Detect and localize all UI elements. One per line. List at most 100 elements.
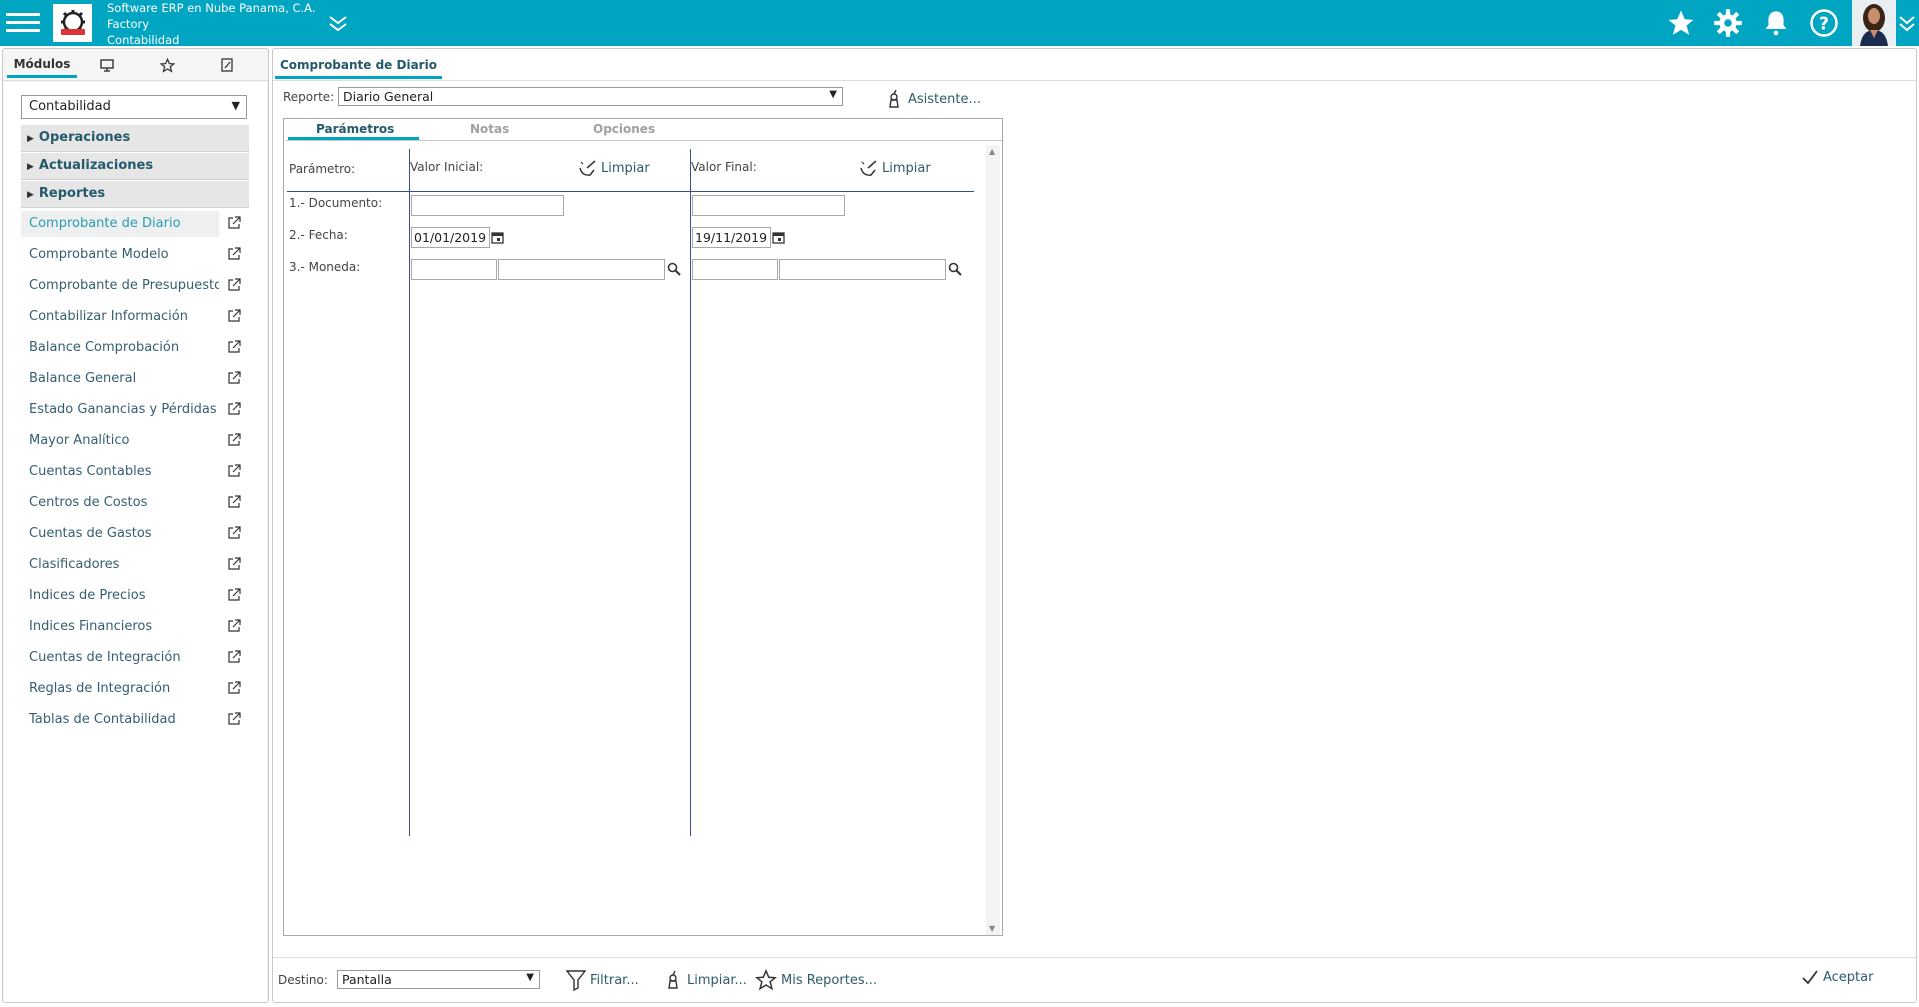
- external-link-icon[interactable]: [227, 278, 241, 292]
- external-link-icon[interactable]: [227, 371, 241, 385]
- nav-item[interactable]: Comprobante de Diario: [21, 211, 249, 237]
- tab-opciones[interactable]: Opciones: [593, 122, 655, 136]
- col-parametro: Parámetro:: [289, 162, 356, 176]
- documento-inicial-input[interactable]: [411, 195, 564, 216]
- nav-item[interactable]: Comprobante de Presupuesto: [21, 273, 249, 299]
- external-link-icon[interactable]: [227, 650, 241, 664]
- main-tab-divider: [273, 80, 1916, 81]
- external-link-icon[interactable]: [227, 433, 241, 447]
- notifications-bell-icon[interactable]: [1759, 6, 1793, 40]
- tab-notes[interactable]: [197, 52, 257, 78]
- nav-item[interactable]: Cuentas de Gastos: [21, 521, 249, 547]
- wizard-icon: [668, 970, 678, 989]
- nav-item[interactable]: Balance Comprobación: [21, 335, 249, 361]
- expand-chevron-icon[interactable]: [326, 12, 350, 34]
- documento-final-input[interactable]: [692, 195, 845, 216]
- nav-item-label: Cuentas de Integración: [29, 650, 181, 665]
- menu-icon[interactable]: [6, 8, 40, 38]
- tab-desktop[interactable]: [77, 52, 137, 78]
- moneda-final-desc-input[interactable]: [779, 259, 946, 280]
- calendar-icon[interactable]: [772, 231, 785, 244]
- help-icon[interactable]: ?: [1807, 6, 1841, 40]
- footer-divider: [273, 957, 1916, 958]
- mis-reportes-button[interactable]: Mis Reportes...: [755, 969, 877, 991]
- nav-item[interactable]: Reglas de Integración: [21, 676, 249, 702]
- nav-item[interactable]: Estado Ganancias y Pérdidas: [21, 397, 249, 423]
- nav-item-label: Balance Comprobación: [29, 340, 180, 355]
- nav-item-label: Centros de Costos: [29, 495, 148, 510]
- section-label: Actualizaciones: [38, 158, 154, 173]
- destino-select[interactable]: Pantalla ▼: [337, 970, 540, 989]
- moneda-inicial-desc-input[interactable]: [498, 259, 665, 280]
- tab-comprobante-diario[interactable]: Comprobante de Diario: [275, 53, 442, 79]
- section-operaciones[interactable]: ▶ Operaciones: [21, 125, 249, 152]
- reporte-select[interactable]: Diario General ▼: [338, 87, 843, 106]
- nav-item[interactable]: Indices de Precios: [21, 583, 249, 609]
- external-link-icon[interactable]: [227, 526, 241, 540]
- limpiar-footer-button[interactable]: Limpiar...: [663, 969, 747, 991]
- favorites-star-icon[interactable]: [1664, 6, 1698, 40]
- search-icon[interactable]: [948, 262, 962, 276]
- tab-parametros[interactable]: Parámetros: [316, 122, 394, 136]
- asistente-button[interactable]: Asistente...: [884, 89, 981, 109]
- external-link-icon[interactable]: [227, 712, 241, 726]
- nav-item[interactable]: Centros de Costos: [21, 490, 249, 516]
- nav-item[interactable]: Clasificadores: [21, 552, 249, 578]
- nav-item[interactable]: Mayor Analítico: [21, 428, 249, 454]
- nav-item[interactable]: Comprobante Modelo: [21, 242, 249, 268]
- tab-modulos[interactable]: Módulos: [7, 52, 77, 78]
- external-link-icon[interactable]: [227, 340, 241, 354]
- scroll-down-icon[interactable]: ▼: [989, 924, 995, 933]
- aceptar-button[interactable]: Aceptar: [1801, 969, 1873, 985]
- left-tabs-divider: [3, 80, 268, 81]
- user-avatar[interactable]: [1852, 0, 1896, 46]
- external-link-icon[interactable]: [227, 495, 241, 509]
- nav-item-label: Comprobante Modelo: [29, 247, 169, 262]
- nav-item-label: Tablas de Contabilidad: [29, 712, 176, 727]
- nav-item-label: Contabilizar Información: [29, 309, 188, 324]
- dropdown-caret-icon: ▼: [526, 972, 534, 983]
- moneda-final-code-input[interactable]: [692, 259, 778, 280]
- settings-gear-icon[interactable]: [1711, 6, 1745, 40]
- section-reportes[interactable]: ▶ Reportes: [21, 181, 249, 208]
- parameters-scrollbar[interactable]: ▲ ▼: [986, 145, 1000, 935]
- tab-notas[interactable]: Notas: [470, 122, 509, 136]
- col-valor-final: Valor Final:: [691, 160, 757, 174]
- user-menu-chevron-icon[interactable]: [1897, 12, 1917, 34]
- module-select[interactable]: Contabilidad ▼: [21, 95, 247, 119]
- search-icon[interactable]: [667, 262, 681, 276]
- nav-item-label: Comprobante de Diario: [29, 216, 181, 231]
- nav-item[interactable]: Tablas de Contabilidad: [21, 707, 249, 733]
- nav-item-label: Cuentas Contables: [29, 464, 152, 479]
- external-link-icon[interactable]: [227, 588, 241, 602]
- company-branch: Factory: [107, 17, 150, 31]
- moneda-inicial-code-input[interactable]: [411, 259, 497, 280]
- nav-item[interactable]: Cuentas Contables: [21, 459, 249, 485]
- calendar-icon[interactable]: [491, 231, 504, 244]
- nav-item[interactable]: Cuentas de Integración: [21, 645, 249, 671]
- external-link-icon[interactable]: [227, 402, 241, 416]
- external-link-icon[interactable]: [227, 681, 241, 695]
- section-actualizaciones[interactable]: ▶ Actualizaciones: [21, 153, 249, 180]
- limpiar-final-button[interactable]: Limpiar: [859, 158, 931, 178]
- external-link-icon[interactable]: [227, 216, 241, 230]
- fecha-inicial-input[interactable]: 01/01/2019: [411, 227, 490, 248]
- external-link-icon[interactable]: [227, 619, 241, 633]
- tab-favorites[interactable]: [137, 52, 197, 78]
- filtrar-button[interactable]: Filtrar...: [566, 969, 639, 991]
- external-link-icon[interactable]: [227, 464, 241, 478]
- nav-item[interactable]: Indices Financieros: [21, 614, 249, 640]
- nav-item[interactable]: Balance General: [21, 366, 249, 392]
- reporte-label: Reporte:: [283, 90, 335, 104]
- limpiar-inicial-button[interactable]: Limpiar: [578, 158, 650, 178]
- external-link-icon[interactable]: [227, 309, 241, 323]
- external-link-icon[interactable]: [227, 247, 241, 261]
- external-link-icon[interactable]: [227, 557, 241, 571]
- fecha-final-input[interactable]: 19/11/2019: [692, 227, 771, 248]
- nav-item-label: Comprobante de Presupuesto: [29, 278, 219, 293]
- nav-item[interactable]: Contabilizar Información: [21, 304, 249, 330]
- nav-item-label: Clasificadores: [29, 557, 120, 572]
- scroll-up-icon[interactable]: ▲: [989, 147, 995, 156]
- filtrar-label: Filtrar...: [590, 972, 639, 988]
- nav-item-label: Balance General: [29, 371, 137, 386]
